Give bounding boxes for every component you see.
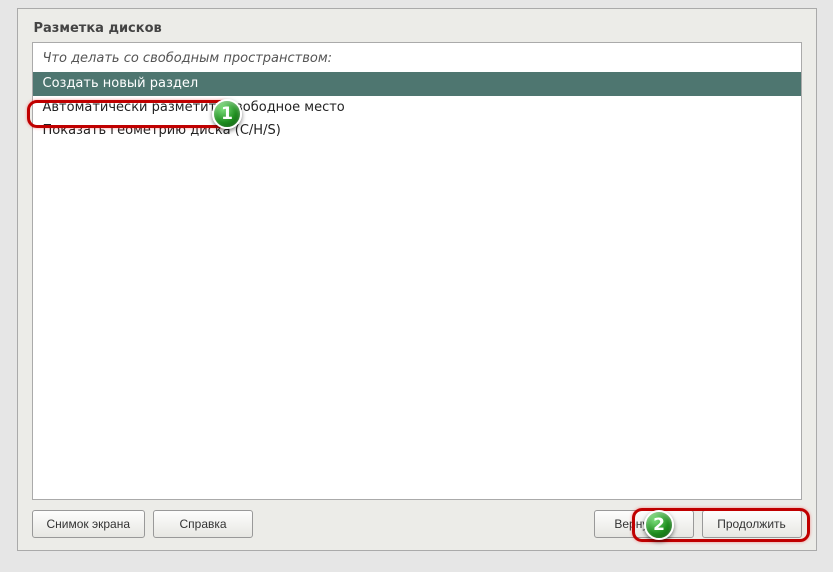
option-label: Автоматически разметить свободное место [43, 100, 345, 115]
option-auto-partition[interactable]: Автоматически разметить свободное место [33, 96, 801, 120]
partition-window: Разметка дисков Что делать со свободным … [17, 8, 817, 551]
option-label: Показать геометрию диска (C/H/S) [43, 123, 281, 138]
window-title: Разметка дисков [18, 9, 816, 42]
help-button[interactable]: Справка [153, 510, 253, 538]
option-show-geometry[interactable]: Показать геометрию диска (C/H/S) [33, 119, 801, 143]
screenshot-button[interactable]: Снимок экрана [32, 510, 146, 538]
annotation-badge-2: 2 [644, 510, 674, 540]
continue-button[interactable]: Продолжить [702, 510, 802, 538]
content-frame: Что делать со свободным пространством: С… [32, 42, 802, 500]
button-bar: Снимок экрана Справка Вернуться Продолжи… [18, 500, 816, 550]
prompt-text: Что делать со свободным пространством: [33, 43, 801, 72]
option-list: Создать новый раздел Автоматически разме… [33, 72, 801, 143]
spacer [261, 510, 585, 538]
annotation-badge-1: 1 [212, 99, 242, 129]
option-label: Создать новый раздел [43, 76, 199, 91]
option-create-new-partition[interactable]: Создать новый раздел [33, 72, 801, 96]
